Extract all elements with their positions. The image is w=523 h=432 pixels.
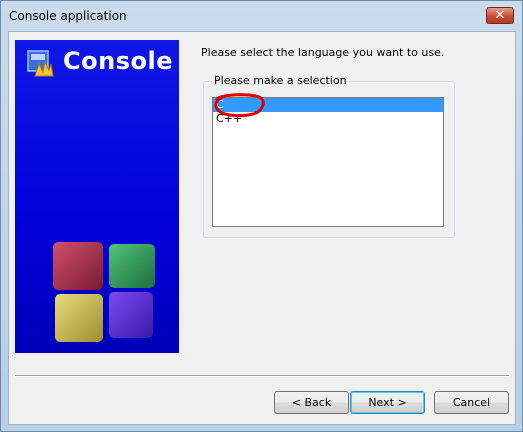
wizard-banner: Console (15, 40, 179, 353)
close-button[interactable]: ✕ (486, 7, 514, 24)
window-title: Console application (9, 9, 127, 23)
codeblocks-logo (53, 242, 155, 342)
button-separator (15, 375, 509, 377)
back-button[interactable]: < Back (274, 391, 349, 414)
close-icon: ✕ (494, 8, 506, 23)
title-bar[interactable]: Console application ✕ (1, 1, 522, 31)
dialog-client-area: Console Please select the language you w… (8, 31, 516, 425)
cancel-button[interactable]: Cancel (434, 391, 509, 414)
codeblocks-icon (27, 50, 54, 77)
language-listbox[interactable]: C C++ (212, 93, 444, 227)
selection-groupbox: Please make a selection C C++ (203, 74, 455, 238)
red-circle-annotation (214, 93, 265, 118)
console-application-dialog: Console application ✕ Console Please sel… (0, 0, 523, 432)
banner-title: Console (63, 47, 173, 75)
language-prompt: Please select the language you want to u… (201, 46, 445, 59)
next-button[interactable]: Next > (350, 391, 425, 414)
group-label: Please make a selection (212, 74, 349, 87)
